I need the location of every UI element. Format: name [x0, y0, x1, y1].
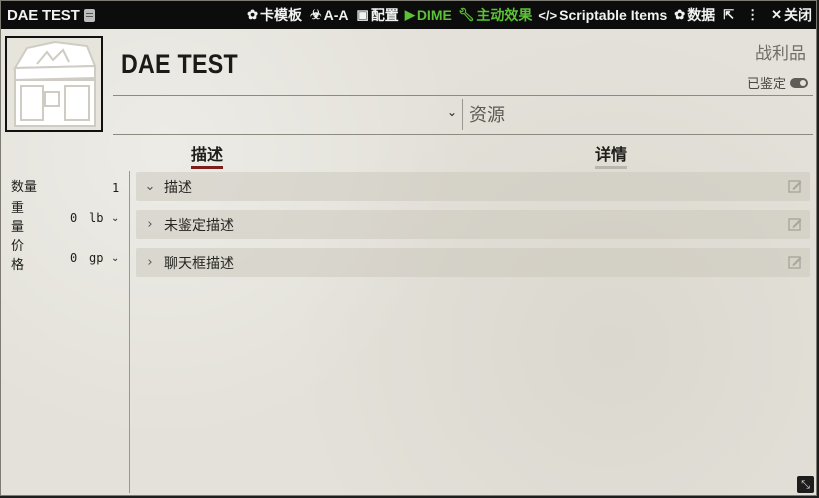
chevron-down-icon[interactable]: ⌄ [111, 213, 119, 224]
data-button[interactable]: ✿ 数据 [674, 5, 715, 25]
configure-button[interactable]: ▣ 配置 [357, 5, 399, 25]
item-sheet-window: DAE TEST ✿ 卡模板 ☣ A-A ▣ 配置 ▶ DIME 🔧︎ 主动效果… [0, 0, 817, 496]
scriptable-items-label: Scriptable Items [559, 7, 668, 23]
close-label: 关闭 [784, 7, 812, 23]
external-link-icon: ⇱ [723, 7, 735, 22]
wrench-icon: 🔧︎ [457, 7, 475, 22]
price-label-line1: 价 [11, 239, 25, 254]
popout-button[interactable]: ⇱ [723, 7, 736, 23]
price-unit-select[interactable]: gp [89, 251, 103, 265]
weight-label-line1: 重 [11, 201, 25, 216]
close-icon: ✕ [771, 7, 782, 22]
more-options-button[interactable]: ⋮ [746, 7, 761, 23]
dime-button[interactable]: ▶ DIME [405, 7, 452, 23]
divider [113, 95, 813, 96]
price-label-line2: 格 [11, 258, 25, 273]
document-id-icon[interactable] [83, 8, 95, 22]
identified-toggle[interactable]: 已鉴定 [747, 73, 808, 92]
chevron-down-icon: ⌄ [447, 105, 458, 119]
window-header: DAE TEST ✿ 卡模板 ☣ A-A ▣ 配置 ▶ DIME 🔧︎ 主动效果… [1, 1, 816, 29]
toggle-switch-icon [790, 77, 808, 88]
box-open-icon: ▣ [356, 7, 369, 22]
quantity-label: 数量 [11, 180, 38, 195]
edit-icon[interactable] [788, 217, 802, 231]
dime-icon: ▶ [404, 7, 415, 22]
divider [113, 134, 813, 135]
gear-icon: ✿ [674, 7, 686, 22]
section-description[interactable]: ⌄ 描述 [136, 172, 810, 201]
chevron-down-icon[interactable]: ⌄ [111, 253, 119, 264]
resize-handle[interactable]: ⤡ [797, 476, 814, 493]
resource-label: 资源 [469, 105, 505, 126]
sheet-config-label: 卡模板 [259, 7, 302, 23]
ellipsis-vertical-icon: ⋮ [746, 7, 760, 22]
active-effects-label: 主动效果 [476, 7, 533, 23]
configure-label: 配置 [370, 7, 399, 23]
item-type-label: 战利品 [755, 44, 806, 64]
weight-label-line2: 量 [11, 220, 25, 235]
chevron-down-icon: ⌄ [144, 179, 156, 194]
scriptable-items-button[interactable]: </> Scriptable Items [538, 7, 667, 23]
tab-description[interactable]: 描述 [191, 141, 224, 169]
edit-icon[interactable] [788, 255, 802, 269]
chevron-right-icon: › [147, 217, 153, 232]
treasure-chest-icon [7, 38, 101, 130]
chevron-right-icon: › [147, 255, 153, 270]
gear-icon: ✿ [247, 7, 258, 22]
biohazard-icon: ☣ [309, 7, 322, 22]
section-title: 未鉴定描述 [164, 217, 234, 234]
resource-select[interactable]: ⌄ [447, 105, 457, 119]
section-title: 描述 [164, 179, 192, 196]
weight-field[interactable]: 0 [70, 211, 77, 225]
price-field[interactable]: 0 [70, 251, 77, 265]
weight-unit-select[interactable]: lb [89, 211, 103, 225]
data-label: 数据 [687, 7, 716, 23]
quantity-field[interactable]: 1 [112, 181, 119, 195]
identified-label: 已鉴定 [746, 77, 786, 92]
tab-details[interactable]: 详情 [595, 141, 628, 169]
sheet-config-button[interactable]: ✿ 卡模板 [247, 5, 302, 25]
section-title: 聊天框描述 [164, 255, 234, 272]
item-name-field[interactable]: DAE TEST [121, 49, 238, 80]
item-portrait[interactable] [5, 36, 103, 132]
code-icon: </> [538, 7, 558, 23]
resize-icon: ⤡ [801, 478, 810, 491]
dime-label: DIME [416, 7, 452, 23]
properties-sidebar: 数量 1 重 量 0 lb ⌄ 价 格 0 gp ⌄ [1, 171, 130, 493]
automated-animations-label: A-A [323, 7, 349, 23]
section-unidentified-description[interactable]: › 未鉴定描述 [136, 210, 810, 239]
active-effects-button[interactable]: 🔧︎ 主动效果 [458, 5, 533, 25]
divider [462, 99, 463, 130]
edit-icon[interactable] [788, 179, 802, 193]
section-chat-description[interactable]: › 聊天框描述 [136, 248, 810, 277]
close-button[interactable]: ✕ 关闭 [771, 5, 812, 25]
window-title: DAE TEST [7, 6, 80, 24]
automated-animations-button[interactable]: ☣ A-A [310, 7, 349, 23]
